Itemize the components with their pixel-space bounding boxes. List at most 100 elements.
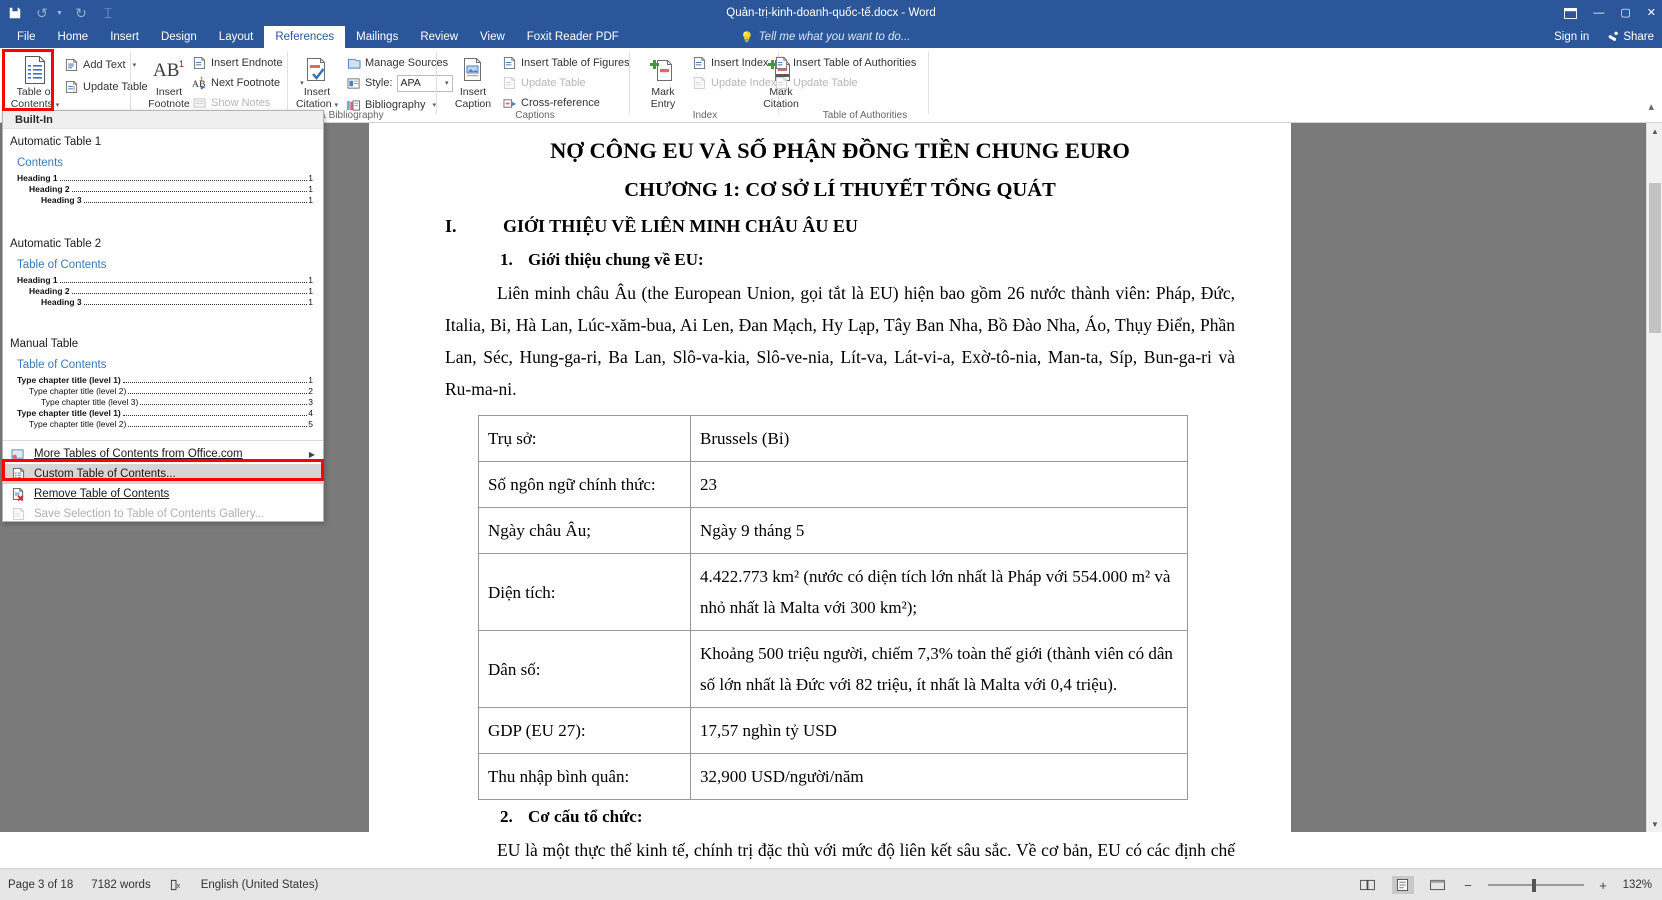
minimize-button[interactable]: — bbox=[1593, 7, 1604, 19]
page-number-status[interactable]: Page 3 of 18 bbox=[8, 879, 73, 891]
insert-footnote-button[interactable]: AB 1 Insert Footnote bbox=[140, 52, 198, 110]
zoom-level-label[interactable]: 132% bbox=[1623, 879, 1652, 891]
gallery-preview-row-page: 5 bbox=[308, 419, 313, 429]
close-button[interactable]: ✕ bbox=[1647, 7, 1656, 19]
gallery-body: Automatic Table 1 Contents Heading 1 1 H… bbox=[3, 129, 323, 524]
tab-file[interactable]: File bbox=[6, 26, 47, 48]
menu-item-custom-table-of-contents[interactable]: Custom Table of Contents... bbox=[3, 464, 323, 484]
table-of-contents-chevron-down-icon[interactable]: ▾ bbox=[56, 102, 60, 109]
insert-citation-chevron-down-icon[interactable]: ▾ bbox=[335, 102, 339, 109]
mark-entry-label-line1: Mark bbox=[651, 86, 675, 98]
collapse-ribbon-icon[interactable]: ▴ bbox=[1648, 100, 1654, 113]
table-cell-value: Brussels (Bỉ) bbox=[690, 415, 1188, 462]
language-status[interactable]: English (United States) bbox=[201, 879, 319, 891]
vertical-scrollbar[interactable]: ▲ ▼ bbox=[1646, 123, 1662, 832]
leader-dots bbox=[122, 409, 308, 416]
insert-table-of-figures-button[interactable]: Insert Table of Figures bbox=[502, 54, 630, 72]
save-selection-icon bbox=[10, 506, 26, 522]
tab-foxit-reader-pdf[interactable]: Foxit Reader PDF bbox=[516, 26, 630, 48]
share-label: Share bbox=[1623, 31, 1654, 43]
gallery-preview-title: Contents bbox=[17, 157, 64, 169]
tab-references[interactable]: References bbox=[264, 26, 346, 48]
menu-item-remove-table-of-contents[interactable]: Remove Table of Contents bbox=[3, 484, 323, 504]
gallery-preview-row-page: 1 bbox=[308, 286, 313, 296]
heading-section-roman: I. GIỚI THIỆU VỀ LIÊN MINH CHÂU ÂU EU bbox=[445, 209, 1235, 243]
zoom-slider[interactable] bbox=[1487, 878, 1584, 892]
leader-dots bbox=[71, 185, 308, 192]
group-separator bbox=[436, 52, 437, 114]
gallery-preview-row: Type chapter title (level 2) 2 bbox=[13, 386, 313, 397]
gallery-preview-row: Heading 1 1 bbox=[13, 275, 313, 286]
share-button[interactable]: Share bbox=[1607, 31, 1654, 43]
table-cell-key: Ngày châu Âu; bbox=[478, 507, 691, 554]
zoom-slider-handle[interactable] bbox=[1531, 878, 1536, 892]
tab-home[interactable]: Home bbox=[47, 26, 100, 48]
gallery-preview-row-page: 4 bbox=[308, 408, 313, 418]
gallery-item-name: Automatic Table 2 bbox=[10, 238, 102, 250]
insert-citation-button[interactable]: Insert Citation ▾ bbox=[288, 52, 346, 112]
gallery-item-preview[interactable]: Table of Contents Type chapter title (le… bbox=[3, 353, 323, 436]
gallery-preview-row-page: 1 bbox=[308, 297, 313, 307]
table-row: Ngày châu Âu; Ngày 9 tháng 5 bbox=[478, 507, 1188, 554]
gallery-item-preview[interactable]: Table of Contents Heading 1 1 Heading 2 … bbox=[3, 253, 323, 314]
maximize-button[interactable]: ▢ bbox=[1620, 7, 1630, 19]
zoom-in-button[interactable]: + bbox=[1597, 878, 1610, 893]
leader-dots bbox=[140, 398, 308, 405]
zoom-out-button[interactable]: − bbox=[1462, 878, 1475, 893]
update-table-authorities-label: Update Table bbox=[793, 77, 858, 89]
tell-me-search[interactable]: 💡 Tell me what you want to do... bbox=[740, 26, 910, 48]
svg-text:AB: AB bbox=[192, 79, 205, 90]
table-of-contents-button[interactable]: Table of Contents ▾ bbox=[6, 52, 64, 112]
gallery-preview-row-page: 1 bbox=[308, 275, 313, 285]
tab-insert[interactable]: Insert bbox=[99, 26, 150, 48]
table-cell-value: Khoảng 500 triệu người, chiếm 7,3% toàn … bbox=[690, 630, 1188, 708]
cross-reference-label: Cross-reference bbox=[521, 97, 600, 109]
gallery-preview-row-page: 1 bbox=[308, 375, 313, 385]
scroll-up-arrow-icon[interactable]: ▲ bbox=[1647, 123, 1662, 139]
svg-text:AB: AB bbox=[153, 60, 179, 81]
insert-endnote-button[interactable]: Insert Endnote bbox=[192, 54, 283, 72]
gallery-item-preview[interactable]: Contents Heading 1 1 Heading 2 1 Heading… bbox=[3, 151, 323, 212]
tab-design[interactable]: Design bbox=[150, 26, 208, 48]
citation-style-label: Style: bbox=[365, 77, 393, 89]
tab-layout[interactable]: Layout bbox=[208, 26, 265, 48]
web-layout-icon[interactable] bbox=[1427, 876, 1449, 894]
tab-view[interactable]: View bbox=[469, 26, 516, 48]
window-controls: — ▢ ✕ bbox=[1564, 0, 1656, 26]
update-index-icon bbox=[692, 76, 707, 91]
add-text-button[interactable]: Add Text ▾ bbox=[64, 56, 136, 74]
insert-citation-label-line1: Insert bbox=[303, 86, 331, 98]
status-bar-left: Page 3 of 18 7182 words x English (Unite… bbox=[8, 869, 318, 900]
document-page[interactable]: NỢ CÔNG EU VÀ SỐ PHẬN ĐỒNG TIỀN CHUNG EU… bbox=[369, 123, 1291, 892]
table-cell-key: Trụ sở: bbox=[478, 415, 691, 462]
svg-text:1: 1 bbox=[179, 59, 184, 69]
word-count-status[interactable]: 7182 words bbox=[91, 879, 150, 891]
gallery-preview-row-label: Heading 1 bbox=[17, 173, 58, 183]
print-layout-icon[interactable] bbox=[1391, 876, 1414, 894]
status-bar-right: − + 132% bbox=[1357, 869, 1652, 900]
manage-sources-button[interactable]: Manage Sources bbox=[346, 54, 448, 72]
tab-review[interactable]: Review bbox=[409, 26, 469, 48]
update-table-figures-label: Update Table bbox=[521, 77, 586, 89]
proofing-icon[interactable]: x bbox=[169, 879, 183, 891]
insert-citation-icon bbox=[301, 52, 333, 86]
scroll-down-arrow-icon[interactable]: ▼ bbox=[1647, 816, 1662, 832]
menu-item-more-tables-of-contents[interactable]: More Tables of Contents from Office.com … bbox=[3, 444, 323, 464]
title-bar: ↺ ▼ ↻ ⌶ Quản-trị-kinh-doanh-quốc-tế.docx… bbox=[0, 0, 1662, 26]
gallery-item-name: Automatic Table 1 bbox=[10, 136, 102, 148]
share-icon bbox=[1608, 31, 1619, 41]
read-mode-icon[interactable] bbox=[1357, 876, 1379, 894]
table-of-contents-label-line1: Table of bbox=[16, 86, 54, 98]
mark-entry-button[interactable]: Mark Entry bbox=[634, 52, 692, 110]
insert-table-of-authorities-button[interactable]: Insert Table of Authorities bbox=[774, 54, 916, 72]
table-cell-value: Ngày 9 tháng 5 bbox=[690, 507, 1188, 554]
ribbon-display-options-icon[interactable] bbox=[1564, 7, 1578, 19]
sign-in-button[interactable]: Sign in bbox=[1554, 31, 1589, 43]
submenu-arrow-icon: ▶ bbox=[308, 449, 315, 459]
scrollbar-thumb[interactable] bbox=[1649, 183, 1661, 333]
tab-mailings[interactable]: Mailings bbox=[345, 26, 409, 48]
insert-caption-button[interactable]: Insert Caption bbox=[444, 52, 502, 110]
table-cell-key: Diện tích: bbox=[478, 553, 691, 631]
table-of-contents-dropdown-menu[interactable]: Built-In Automatic Table 1 Contents Head… bbox=[2, 110, 324, 522]
bibliography-button[interactable]: Bibliography ▾ bbox=[346, 96, 436, 114]
